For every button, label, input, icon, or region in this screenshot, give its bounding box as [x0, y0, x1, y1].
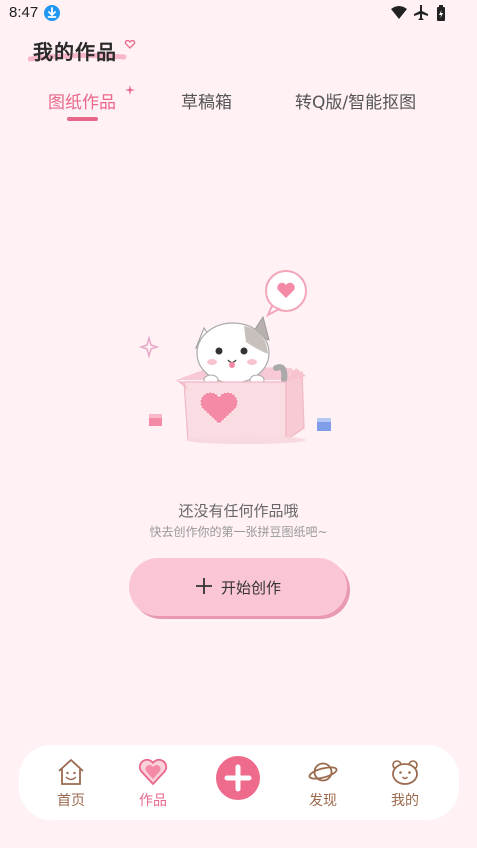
home-icon — [58, 759, 84, 785]
tab-drawings[interactable]: 图纸作品 — [48, 88, 116, 113]
start-creating-label: 开始创作 — [221, 579, 282, 597]
nav-works-label: 作品 — [139, 793, 167, 809]
nav-discover[interactable]: 发现 — [288, 745, 358, 820]
nav-home[interactable]: 首页 — [36, 745, 106, 820]
create-button[interactable] — [216, 756, 260, 800]
pink-cube-icon — [149, 414, 162, 426]
page-title-wrap: 我的作品 — [28, 34, 148, 68]
tab-bar: 图纸作品 草稿箱 转Q版/智能抠图 — [0, 88, 477, 124]
planet-icon — [308, 762, 338, 782]
speech-bubble-heart-icon — [265, 270, 307, 318]
tab-q-style-cutout[interactable]: 转Q版/智能抠图 — [295, 88, 416, 113]
nav-mine-label: 我的 — [391, 793, 419, 809]
airplane-icon — [414, 5, 428, 20]
status-bar: 8:47 — [0, 0, 477, 26]
blue-cube-icon — [317, 418, 331, 431]
tab-drafts[interactable]: 草稿箱 — [181, 88, 232, 113]
wifi-icon — [391, 6, 407, 19]
nav-home-label: 首页 — [57, 793, 85, 809]
empty-state-title: 还没有任何作品哦 — [178, 502, 299, 520]
sparkle-icon — [125, 85, 135, 95]
status-time: 8:47 — [9, 4, 39, 21]
nav-mine[interactable]: 我的 — [370, 745, 440, 820]
start-creating-button[interactable]: 开始创作 — [129, 558, 347, 616]
heart-icon — [138, 758, 168, 785]
plus-icon — [196, 578, 212, 594]
nav-discover-label: 发现 — [309, 793, 337, 809]
nav-works[interactable]: 作品 — [118, 745, 188, 820]
plus-icon — [224, 764, 252, 792]
bear-face-icon — [392, 760, 418, 785]
status-icons — [391, 5, 445, 21]
bottom-nav: 首页 作品 发现 我的 — [19, 745, 459, 820]
empty-state-subtitle: 快去创作你的第一张拼豆图纸吧~ — [149, 525, 328, 539]
tab-indicator — [67, 117, 98, 121]
download-icon — [44, 5, 60, 21]
page-title: 我的作品 — [33, 40, 117, 64]
cat-in-box-illustration — [138, 270, 331, 444]
battery-icon — [437, 5, 445, 21]
